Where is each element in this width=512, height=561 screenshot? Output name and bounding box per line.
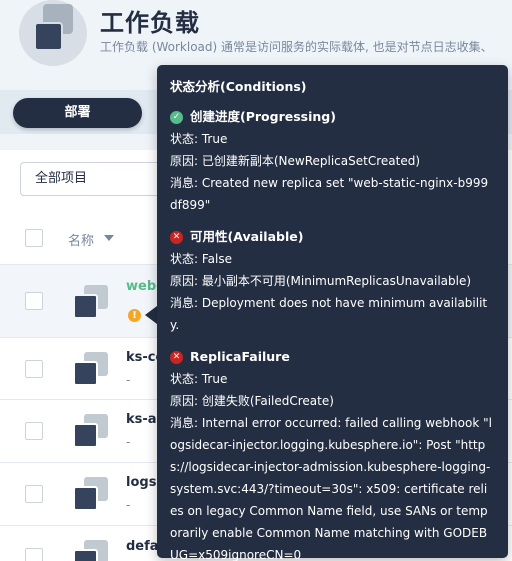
row-sub: - [126, 373, 131, 387]
page-title: 工作负载 [100, 9, 200, 37]
page-description: 工作负载 (Workload) 通常是访问服务的实际载体, 也是对节点日志收集、 [100, 40, 493, 54]
warning-icon[interactable]: ! [128, 309, 141, 322]
error-circle-icon: ✕ [170, 350, 183, 364]
row-checkbox[interactable] [25, 548, 43, 561]
tooltip-title: 状态分析(Conditions) [170, 79, 307, 94]
condition-message: 消息: Deployment does not have minimum ava… [170, 296, 488, 332]
sort-caret-icon[interactable] [104, 235, 114, 241]
row-checkbox[interactable] [25, 485, 43, 503]
check-circle-icon: ✓ [170, 110, 183, 124]
condition-name: 可用性(Available) [190, 229, 304, 244]
tooltip-arrow [145, 306, 157, 324]
condition-reason: 原因: 已创建新副本(NewReplicaSetCreated) [170, 154, 421, 168]
condition-available: ✕ 可用性(Available) 状态: False 原因: 最小副本不可用(M… [170, 226, 494, 336]
condition-message: 消息: Created new replica set "web-static-… [170, 176, 489, 212]
row-sub: - [126, 435, 131, 449]
row-checkbox[interactable] [25, 422, 43, 440]
condition-status: 状态: False [170, 252, 232, 266]
deployment-icon [73, 540, 109, 561]
condition-progressing: ✓ 创建进度(Progressing) 状态: True 原因: 已创建新副本(… [170, 106, 494, 216]
condition-status: 状态: True [170, 372, 228, 386]
workload-icon [19, 0, 87, 66]
row-checkbox[interactable] [25, 360, 43, 378]
deployment-icon [73, 414, 109, 448]
condition-name: 创建进度(Progressing) [190, 109, 336, 124]
condition-message: 消息: Internal error occurred: failed call… [170, 416, 492, 561]
deployment-icon [73, 477, 109, 511]
row-checkbox[interactable] [25, 292, 43, 310]
condition-reason: 原因: 创建失败(FailedCreate) [170, 394, 334, 408]
column-name-header[interactable]: 名称 [68, 230, 94, 249]
project-select[interactable]: 全部项目 [20, 162, 170, 196]
condition-replica-failure: ✕ ReplicaFailure 状态: True 原因: 创建失败(Faile… [170, 346, 494, 561]
conditions-tooltip: 状态分析(Conditions) ✓ 创建进度(Progressing) 状态:… [157, 65, 508, 561]
error-circle-icon: ✕ [170, 230, 183, 244]
row-sub: - [126, 498, 131, 512]
tab-deployments[interactable]: 部署 [13, 98, 142, 128]
condition-status: 状态: True [170, 132, 228, 146]
select-all-checkbox[interactable] [25, 229, 43, 247]
row-name[interactable]: logsi [126, 475, 161, 490]
deployment-icon [73, 352, 109, 386]
deployment-icon [73, 285, 109, 319]
condition-name: ReplicaFailure [190, 349, 290, 364]
condition-reason: 原因: 最小副本不可用(MinimumReplicasUnavailable) [170, 274, 472, 288]
